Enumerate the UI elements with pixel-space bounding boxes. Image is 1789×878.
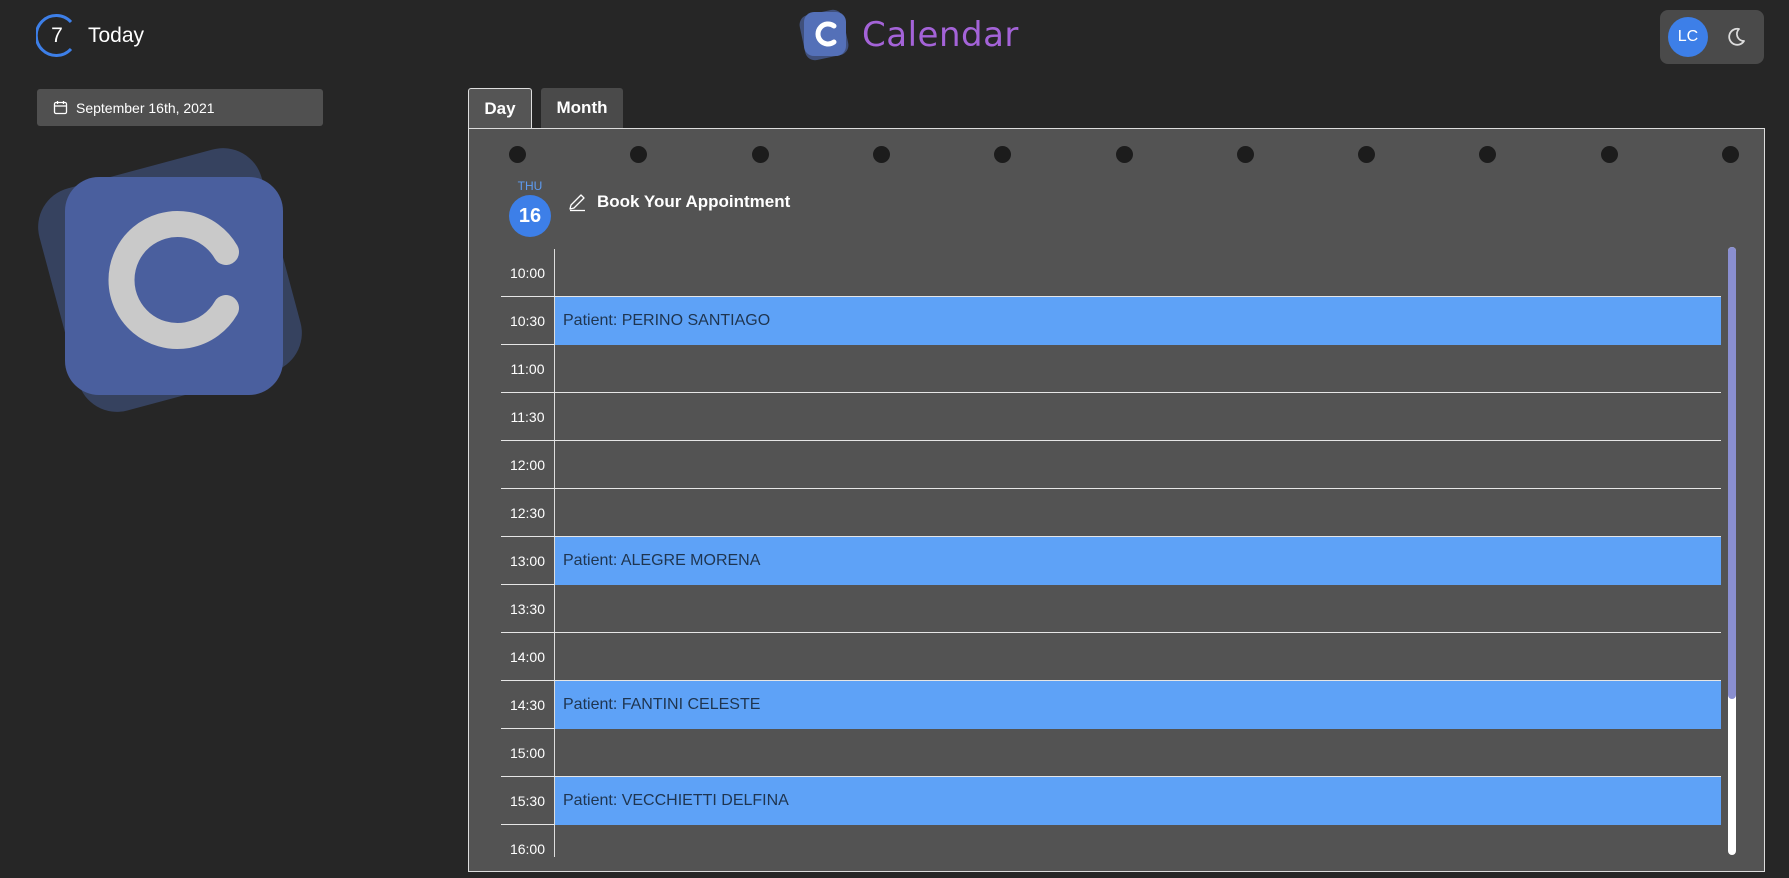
moon-icon	[1728, 27, 1745, 46]
slot-time: 14:00	[509, 649, 546, 665]
time-slot: 10:30 Patient: PERINO SANTIAGO	[501, 297, 1721, 345]
time-slot: 14:30 Patient: FANTINI CELESTE	[501, 681, 1721, 729]
slot-time: 15:00	[509, 745, 546, 761]
column-dot	[1358, 146, 1376, 163]
slot-time: 16:00	[509, 841, 546, 857]
empty-slot[interactable]	[555, 393, 1721, 440]
column-dot	[1479, 146, 1497, 163]
today-button[interactable]: 7 Today	[36, 12, 144, 59]
time-slot: 15:00	[501, 729, 1721, 777]
slot-time: 13:00	[509, 553, 546, 569]
time-slot: 14:00	[501, 633, 1721, 681]
brand: Calendar	[794, 6, 1019, 64]
avatar[interactable]: LC	[1668, 17, 1708, 57]
column-dot	[1236, 146, 1254, 163]
brand-name: Calendar	[862, 15, 1019, 55]
appointment[interactable]: Patient: PERINO SANTIAGO	[555, 297, 1721, 345]
time-slot: 15:30 Patient: VECCHIETTI DELFINA	[501, 777, 1721, 825]
empty-slot[interactable]	[555, 249, 1721, 296]
selected-date: September 16th, 2021	[76, 99, 215, 116]
time-slot: 12:00	[501, 441, 1721, 489]
appointment[interactable]: Patient: ALEGRE MORENA	[555, 537, 1721, 585]
appointment[interactable]: Patient: FANTINI CELESTE	[555, 681, 1721, 729]
time-slot: 11:30	[501, 393, 1721, 441]
empty-slot[interactable]	[555, 585, 1721, 632]
column-dots	[509, 146, 1759, 166]
slot-time: 14:30	[509, 697, 546, 713]
column-dot	[1722, 146, 1739, 163]
app-logo-icon	[30, 140, 320, 430]
date-picker[interactable]: September 16th, 2021	[37, 89, 323, 126]
user-panel: LC	[1660, 10, 1764, 64]
slot-time: 13:30	[509, 601, 546, 617]
day-header: THU 16	[509, 179, 551, 237]
column-dot	[872, 146, 890, 163]
column-dot	[1115, 146, 1133, 163]
time-grid: 10:00 10:30 Patient: PERINO SANTIAGO 11:00 1…	[501, 249, 1721, 857]
empty-slot[interactable]	[555, 345, 1721, 392]
slot-time: 12:00	[509, 457, 546, 473]
time-slot: 13:00 Patient: ALEGRE MORENA	[501, 537, 1721, 585]
time-slot: 10:00	[501, 249, 1721, 297]
slot-time: 12:30	[509, 505, 546, 521]
tab-day[interactable]: Day	[468, 88, 532, 128]
empty-slot[interactable]	[555, 729, 1721, 776]
time-slot: 11:00	[501, 345, 1721, 393]
book-appointment-button[interactable]: Book Your Appointment	[567, 192, 790, 212]
slot-time: 15:30	[509, 793, 546, 809]
column-dot	[1600, 146, 1618, 163]
day-number[interactable]: 16	[509, 195, 551, 237]
pencil-icon	[569, 194, 585, 212]
slot-time: 10:00	[509, 265, 546, 281]
day-view-panel: THU 16 Book Your Appointment 10:00 10:30 P…	[468, 128, 1765, 872]
empty-slot[interactable]	[555, 441, 1721, 488]
today-ring-icon: 7	[36, 12, 78, 59]
column-dot	[509, 146, 526, 163]
dark-mode-toggle[interactable]	[1724, 25, 1748, 49]
empty-slot[interactable]	[555, 825, 1721, 857]
column-dot	[994, 146, 1012, 163]
brand-logo-icon	[794, 6, 856, 64]
empty-slot[interactable]	[555, 633, 1721, 680]
time-slot: 12:30	[501, 489, 1721, 537]
today-number: 7	[51, 23, 63, 47]
slot-time: 10:30	[509, 313, 546, 329]
book-appointment-label: Book Your Appointment	[597, 192, 791, 211]
scrollbar-thumb[interactable]	[1728, 247, 1736, 699]
app-root: 7 Today Calendar LC September 16th, 2021…	[0, 0, 1789, 878]
slot-time: 11:30	[510, 409, 545, 425]
column-dot	[630, 146, 648, 163]
time-slot: 16:00	[501, 825, 1721, 857]
today-label: Today	[88, 23, 145, 47]
day-name: THU	[517, 179, 543, 193]
appointment[interactable]: Patient: VECCHIETTI DELFINA	[555, 777, 1721, 825]
tab-month[interactable]: Month	[541, 88, 623, 128]
calendar-icon	[53, 101, 68, 115]
time-slot: 13:30	[501, 585, 1721, 633]
empty-slot[interactable]	[555, 489, 1721, 536]
column-dot	[751, 146, 769, 163]
slot-time: 11:00	[510, 361, 545, 377]
